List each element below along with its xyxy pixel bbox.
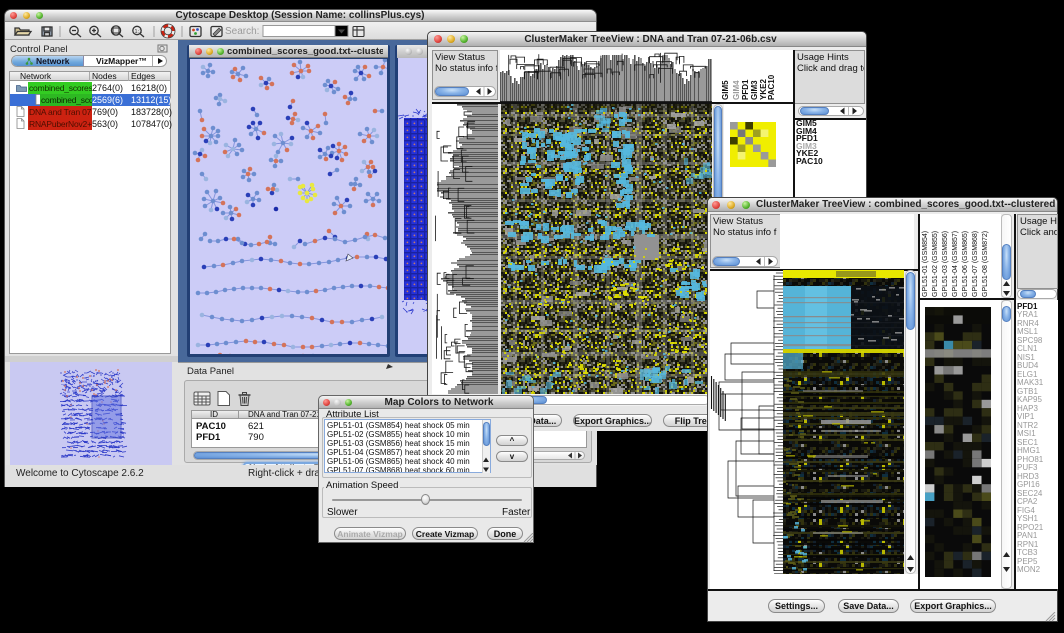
svg-text:1:1: 1:1	[135, 29, 143, 35]
svg-text:GPL51-01 (GSM854): GPL51-01 (GSM854)	[922, 231, 929, 297]
svg-text:PFD1: PFD1	[741, 79, 750, 100]
svg-text:PAC10: PAC10	[767, 74, 776, 100]
svg-text:GIM4: GIM4	[732, 80, 741, 100]
svg-text:GPL51-08 (GSM872): GPL51-08 (GSM872)	[982, 231, 989, 297]
svg-text:GPL51-02 (GSM855): GPL51-02 (GSM855)	[932, 231, 939, 297]
svg-text:GPL51-04 (GSM857): GPL51-04 (GSM857)	[952, 231, 959, 297]
svg-text:GIM5: GIM5	[721, 80, 730, 100]
svg-text:GIM3: GIM3	[750, 80, 759, 100]
svg-text:GPL51-06 (GSM865): GPL51-06 (GSM865)	[962, 231, 969, 297]
svg-text:Search:: Search:	[225, 26, 259, 37]
svg-text:GPL51-07 (GSM868): GPL51-07 (GSM868)	[972, 231, 979, 297]
svg-text:GPL51-03 (GSM856): GPL51-03 (GSM856)	[942, 231, 949, 297]
